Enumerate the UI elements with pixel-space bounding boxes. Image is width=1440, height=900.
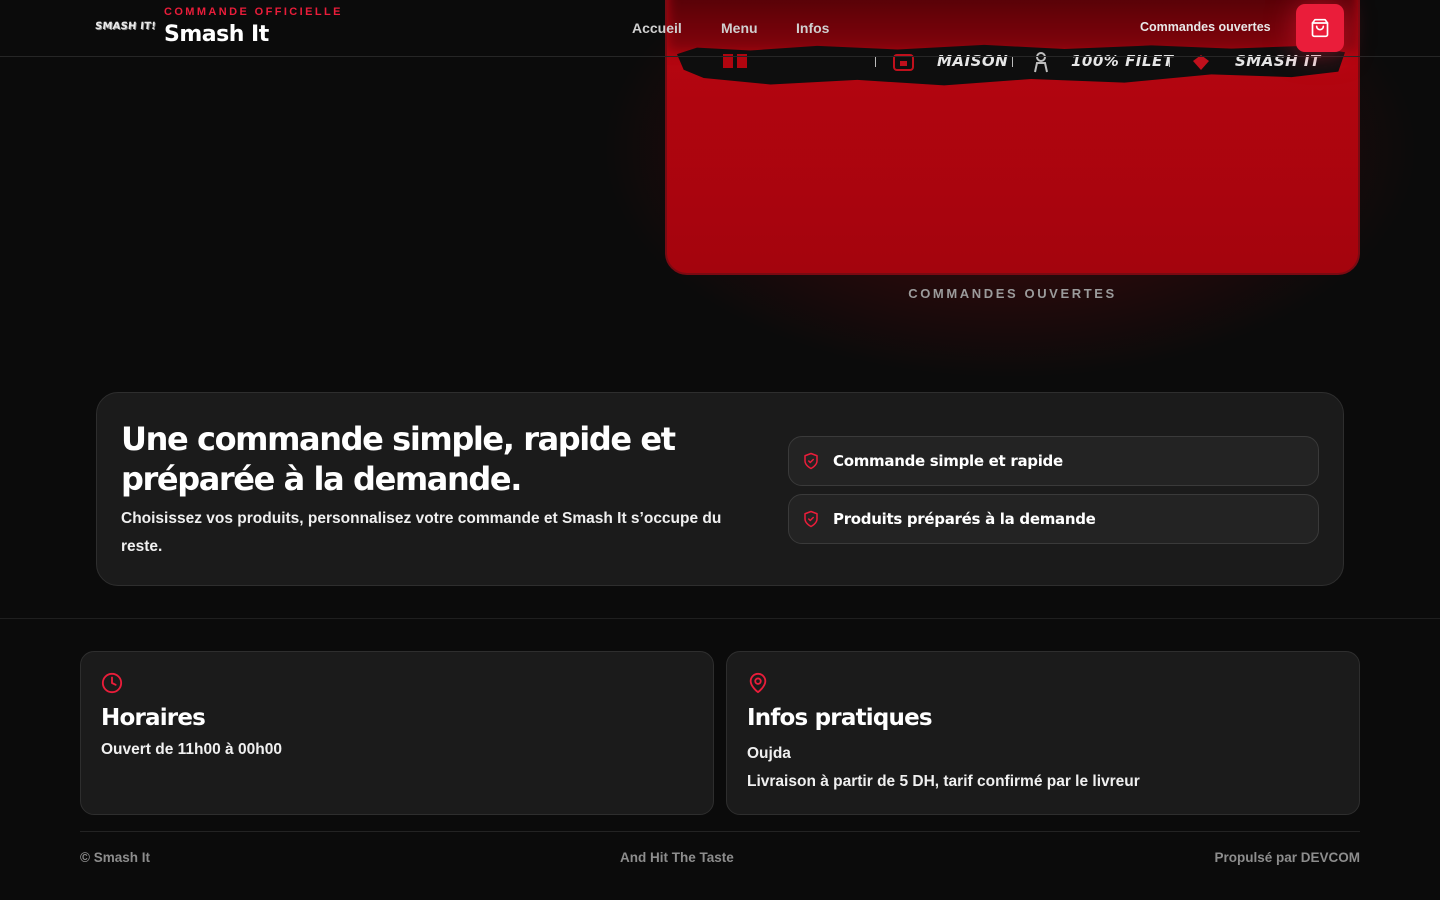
nav-link-accueil[interactable]: Accueil <box>632 20 682 36</box>
feature-pill-label: Commande simple et rapide <box>833 452 1063 470</box>
brand-kicker: COMMANDE OFFICIELLE <box>164 6 343 18</box>
top-header: SMASH IT! COMMANDE OFFICIELLE Smash It A… <box>0 0 1440 57</box>
footer-tagline: And Hit The Taste <box>620 850 734 865</box>
feature-pill-label: Produits préparés à la demande <box>833 510 1096 528</box>
feature-description: Choisissez vos produits, personnalisez v… <box>121 510 722 555</box>
strip-separator <box>1012 56 1013 67</box>
footer-divider <box>80 831 1360 832</box>
logo-text: SMASH IT! <box>94 20 157 32</box>
nav-link-menu[interactable]: Menu <box>721 20 758 36</box>
strip-separator <box>875 56 876 67</box>
footer-copyright: © Smash It <box>80 850 150 865</box>
clock-icon <box>101 672 123 694</box>
feature-pill-prepared: Produits préparés à la demande <box>788 494 1319 544</box>
practical-info-card: Infos pratiques Oujda Livraison à partir… <box>726 651 1360 815</box>
city-text: Oujda <box>747 745 791 762</box>
brand-logo[interactable]: SMASH IT! <box>94 16 156 36</box>
map-pin-icon <box>749 672 767 694</box>
footer-credit-link[interactable]: Propulsé par DEVCOM <box>1214 850 1360 865</box>
hours-card: Horaires Ouvert de 11h00 à 00h00 <box>80 651 714 815</box>
hours-title: Horaires <box>101 705 206 731</box>
feature-title: Une commande simple, rapide et préparée … <box>121 420 676 498</box>
shopping-bag-icon <box>1311 18 1329 38</box>
strip-separator <box>1169 56 1170 67</box>
shield-icon <box>804 510 818 528</box>
feature-card: Une commande simple, rapide et préparée … <box>96 392 1344 586</box>
practical-info-title: Infos pratiques <box>747 705 933 731</box>
shield-icon <box>804 452 818 470</box>
nav-link-infos[interactable]: Infos <box>796 20 829 36</box>
hours-text: Ouvert de 11h00 à 00h00 <box>101 741 282 758</box>
feature-pill-simple: Commande simple et rapide <box>788 436 1319 486</box>
hero-caption: COMMANDES OUVERTES <box>908 286 1117 301</box>
orders-status: Commandes ouvertes <box>1140 20 1271 34</box>
section-divider <box>0 618 1440 619</box>
cart-button[interactable] <box>1296 4 1344 52</box>
brand-name: Smash It <box>164 22 269 47</box>
delivery-text: Livraison à partir de 5 DH, tarif confir… <box>747 773 1140 790</box>
